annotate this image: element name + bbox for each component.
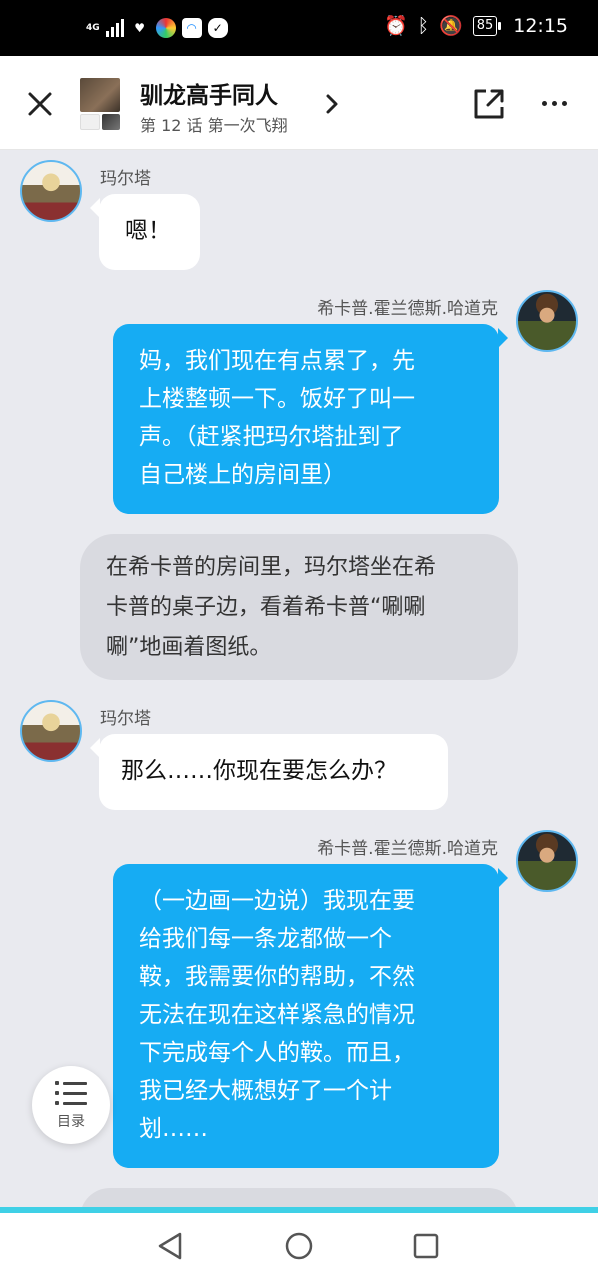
table-of-contents-button[interactable]: 目录: [32, 1066, 110, 1144]
system-navigation-bar: [0, 1213, 598, 1280]
message-bubble: （一边画一边说）我现在要 给我们每一条龙都做一个 鞍，我需要你的帮助，不然 无法…: [113, 864, 499, 1168]
story-title[interactable]: 驯龙高手同人: [140, 76, 278, 110]
story-cover-thumbnail[interactable]: [80, 78, 120, 112]
chevron-right-icon[interactable]: [322, 92, 342, 116]
shield-app-icon: ✓: [207, 18, 228, 38]
list-icon: [55, 1081, 87, 1105]
message-bubble: 妈，我们现在有点累了，先 上楼整顿一下。饭好了叫一 声。（赶紧把玛尔塔扯到了 自…: [113, 324, 499, 514]
clock: 12:15: [513, 14, 568, 37]
recents-icon[interactable]: [412, 1232, 440, 1260]
narration-bubble: 在希卡普的房间里，玛尔塔坐在希 卡普的桌子边，看着希卡普“唰唰 唰”地画着图纸。: [80, 534, 518, 680]
avatar[interactable]: [516, 290, 578, 352]
mute-icon: 🔕: [439, 15, 463, 37]
bluetooth-icon: ᛒ: [417, 14, 430, 37]
back-icon[interactable]: [156, 1231, 186, 1261]
avatar[interactable]: [20, 160, 82, 222]
colorful-app-icon: [155, 18, 176, 38]
story-tag-thumbnails: [80, 114, 120, 130]
more-options-icon[interactable]: [542, 101, 567, 106]
avatar[interactable]: [20, 700, 82, 762]
bubble-tail: [498, 328, 508, 348]
avatar[interactable]: [516, 830, 578, 892]
speaker-name: 希卡普.霍兰德斯.哈道克: [317, 839, 498, 859]
share-icon[interactable]: [472, 87, 506, 121]
message-bubble: 那么……你现在要怎么办？: [99, 734, 448, 810]
health-app-icon: ♥: [134, 21, 146, 35]
battery-indicator: 85: [472, 15, 501, 36]
story-header: 驯龙高手同人 第 12 话 第一次飞翔: [0, 56, 598, 150]
speaker-name: 希卡普.霍兰德斯.哈道克: [317, 299, 498, 319]
speaker-name: 玛尔塔: [100, 709, 151, 729]
message-bubble: 嗯！: [99, 194, 200, 270]
cloud-app-icon: ◠: [181, 18, 202, 38]
status-bar: 4G ♥ ◠ ✓ ⏰ ᛒ 🔕 85 12:15: [0, 0, 598, 56]
home-icon[interactable]: [284, 1231, 314, 1261]
narration-bubble: [80, 1188, 518, 1208]
bubble-tail: [498, 868, 508, 888]
chat-area[interactable]: 玛尔塔 嗯！ 希卡普.霍兰德斯.哈道克 妈，我们现在有点累了，先 上楼整顿一下。…: [0, 150, 598, 1208]
close-icon[interactable]: [26, 90, 54, 118]
network-type: 4G: [86, 22, 100, 33]
speaker-name: 玛尔塔: [100, 169, 151, 189]
signal-icon: [105, 19, 124, 37]
chapter-label: 第 12 话 第一次飞翔: [140, 116, 288, 135]
alarm-icon: ⏰: [383, 15, 408, 37]
toc-label: 目录: [57, 1114, 85, 1130]
